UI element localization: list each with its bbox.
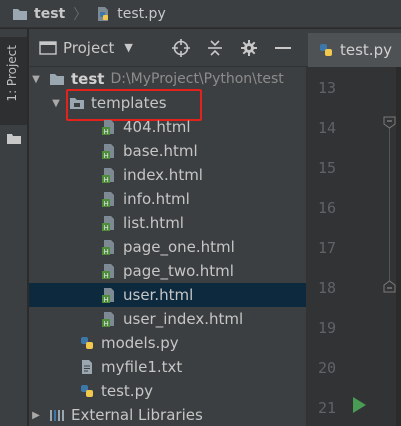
project-panel-header: Project ▼ xyxy=(29,29,306,67)
settings-button[interactable] xyxy=(235,34,263,62)
html-file-icon: H xyxy=(102,216,114,231)
file-name: user_index.html xyxy=(123,310,244,328)
tree-file-base-html[interactable]: H base.html xyxy=(29,139,306,163)
svg-text:H: H xyxy=(104,272,109,279)
project-tree: ▼ test D:\MyProject\Python\test ▼ templa… xyxy=(29,67,306,426)
editor-area[interactable] xyxy=(396,67,401,426)
tree-file-test-py[interactable]: test.py xyxy=(29,379,306,403)
tree-root-test[interactable]: ▼ test D:\MyProject\Python\test xyxy=(29,67,306,91)
breadcrumb-folder[interactable]: test xyxy=(0,0,65,28)
fold-guide xyxy=(389,120,390,292)
folder-icon xyxy=(13,8,27,20)
html-file-icon: H xyxy=(102,120,114,135)
file-name: page_two.html xyxy=(123,262,234,280)
line-number: 14 xyxy=(317,119,336,137)
html-file-icon: H xyxy=(102,168,114,183)
html-file-icon: H xyxy=(102,192,114,207)
editor-tab-test-py[interactable]: test.py xyxy=(308,33,401,67)
tree-file-page-two-html[interactable]: H page_two.html xyxy=(29,259,306,283)
svg-text:H: H xyxy=(104,176,109,183)
python-file-icon xyxy=(81,385,93,397)
file-name: test.py xyxy=(101,382,153,400)
expanded-arrow-icon[interactable]: ▼ xyxy=(51,98,61,109)
html-file-icon: H xyxy=(102,288,114,303)
svg-text:H: H xyxy=(104,224,109,231)
tree-file-index-html[interactable]: H index.html xyxy=(29,163,306,187)
navigation-bar: test 〉 test.py xyxy=(0,0,401,28)
svg-text:H: H xyxy=(104,320,109,327)
fold-marker-icon[interactable] xyxy=(383,116,396,129)
tree-file-page-one-html[interactable]: H page_one.html xyxy=(29,235,306,259)
python-file-icon xyxy=(81,337,93,349)
library-icon xyxy=(50,410,64,421)
expand-arrow-icon[interactable]: ▶ xyxy=(31,410,41,421)
project-tool-tab[interactable]: 1: Project xyxy=(0,37,27,125)
line-number: 17 xyxy=(317,239,336,257)
html-file-icon: H xyxy=(102,144,114,159)
file-name: base.html xyxy=(123,142,198,160)
line-number: 15 xyxy=(317,159,336,177)
file-name: 404.html xyxy=(123,118,191,136)
breadcrumb-separator: 〉 xyxy=(73,6,88,23)
project-panel-title: Project xyxy=(63,38,115,57)
tree-external-libraries[interactable]: ▶ External Libraries xyxy=(29,403,306,426)
structure-icon[interactable] xyxy=(7,133,21,144)
line-number: 21 xyxy=(317,399,336,417)
breadcrumb-folder-label: test xyxy=(34,5,66,22)
file-name: user.html xyxy=(123,286,194,304)
hide-panel-button[interactable] xyxy=(269,34,297,62)
svg-text:H: H xyxy=(104,152,109,159)
file-name: myfile1.txt xyxy=(101,358,183,376)
target-icon xyxy=(172,39,190,57)
collapse-icon xyxy=(208,40,222,56)
svg-text:H: H xyxy=(104,200,109,207)
html-file-icon: H xyxy=(102,264,114,279)
python-file-icon xyxy=(98,6,109,21)
tree-file-models-py[interactable]: models.py xyxy=(29,331,306,355)
file-name: models.py xyxy=(101,334,179,352)
editor-tab-label: test.py xyxy=(340,41,392,59)
root-folder-name: test xyxy=(71,70,105,88)
file-name: index.html xyxy=(123,166,203,184)
breadcrumb-file[interactable]: test.py xyxy=(95,0,166,28)
collapse-all-button[interactable] xyxy=(201,34,229,62)
folder-icon xyxy=(50,74,64,85)
expanded-arrow-icon[interactable]: ▼ xyxy=(31,74,41,85)
line-number: 13 xyxy=(317,79,336,97)
fold-marker-icon[interactable] xyxy=(383,280,396,293)
tree-file-list-html[interactable]: H list.html xyxy=(29,211,306,235)
locate-file-button[interactable] xyxy=(167,34,195,62)
python-file-icon xyxy=(320,44,332,56)
tree-file-404-html[interactable]: H 404.html xyxy=(29,115,306,139)
line-number: 19 xyxy=(317,319,336,337)
project-tool-tab-label: 1: Project xyxy=(5,45,19,102)
svg-text:H: H xyxy=(104,128,109,135)
file-name: info.html xyxy=(123,190,190,208)
left-tool-strip: 1: Project xyxy=(0,29,28,426)
breadcrumb-file-label: test.py xyxy=(117,5,166,22)
file-name: list.html xyxy=(123,214,184,232)
tree-file-info-html[interactable]: H info.html xyxy=(29,187,306,211)
tree-file-myfile1-txt[interactable]: myfile1.txt xyxy=(29,355,306,379)
html-file-icon: H xyxy=(102,240,114,255)
line-number: 18 xyxy=(317,279,336,297)
project-folder-icon xyxy=(39,40,57,55)
line-number: 16 xyxy=(317,199,336,217)
html-file-icon: H xyxy=(102,312,114,327)
run-icon[interactable] xyxy=(350,396,368,414)
root-folder-path: D:\MyProject\Python\test xyxy=(110,71,284,87)
editor-tab-bar: test.py xyxy=(306,29,401,67)
project-view-selector[interactable]: Project ▼ xyxy=(29,39,133,57)
gear-icon xyxy=(241,40,257,56)
svg-text:H: H xyxy=(104,296,109,303)
file-name: page_one.html xyxy=(123,238,235,256)
minimize-icon xyxy=(275,47,291,49)
line-number: 20 xyxy=(317,359,336,377)
external-libraries-label: External Libraries xyxy=(71,406,203,424)
tree-file-user-html[interactable]: H user.html xyxy=(29,283,306,307)
chevron-down-icon: ▼ xyxy=(124,41,133,54)
text-file-icon xyxy=(82,360,92,374)
svg-text:H: H xyxy=(104,248,109,255)
tree-file-user-index-html[interactable]: H user_index.html xyxy=(29,307,306,331)
